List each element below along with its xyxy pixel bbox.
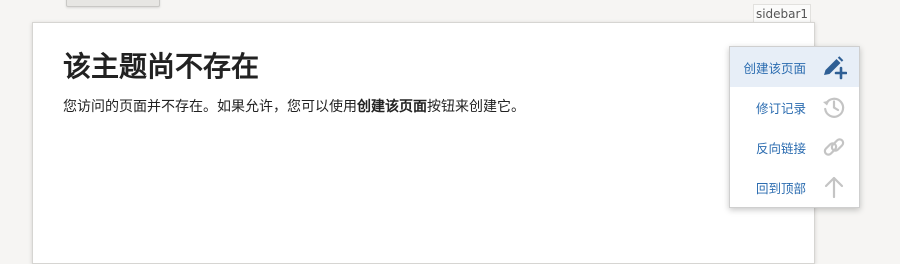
link-icon (821, 134, 847, 160)
page-tools-menu: 创建该页面 修订记录 反向链接 回到顶部 (729, 46, 860, 208)
sidebar-label: sidebar1 (753, 4, 811, 22)
message-highlight: 创建该页面 (357, 99, 427, 115)
arrow-up-icon (821, 174, 847, 200)
backlinks-label: 反向链接 (755, 140, 806, 156)
page-content: 该主题尚不存在 您访问的页面并不存在。如果允许，您可以使用创建该页面按钮来创建它… (32, 22, 815, 264)
back-to-top-button[interactable]: 回到顶部 (730, 167, 859, 207)
create-page-label: 创建该页面 (743, 60, 806, 76)
backlinks-button[interactable]: 反向链接 (730, 127, 859, 167)
page-title: 该主题尚不存在 (63, 50, 260, 83)
revisions-label: 修订记录 (755, 100, 806, 116)
message-text-start: 您访问的页面并不存在。如果允许，您可以使用 (63, 99, 357, 115)
message-text-end: 按钮来创建它。 (427, 99, 525, 115)
create-page-button[interactable]: 创建该页面 (730, 47, 859, 87)
page-message: 您访问的页面并不存在。如果允许，您可以使用创建该页面按钮来创建它。 (63, 96, 525, 116)
collapsed-tab[interactable] (66, 0, 160, 7)
edit-plus-icon (821, 54, 847, 80)
history-icon (821, 94, 847, 120)
back-to-top-label: 回到顶部 (755, 180, 806, 196)
revisions-button[interactable]: 修订记录 (730, 87, 859, 127)
